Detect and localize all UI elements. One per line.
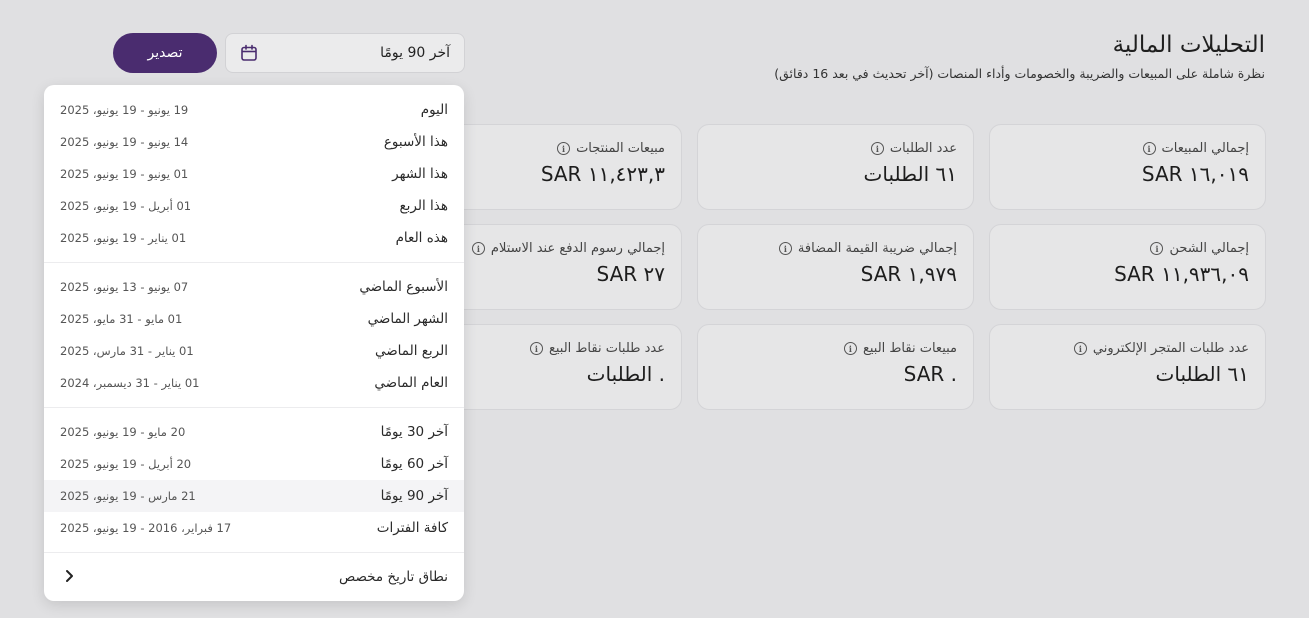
date-option-name: اليوم [420,102,448,118]
info-icon[interactable]: i [1142,142,1156,155]
date-option-name: هذا الأسبوع [383,134,448,150]
date-option[interactable]: 01 أبريل - 19 يونيو، 2025 هذا الربع [44,190,464,222]
date-option-name: العام الماضي [374,375,448,391]
date-option-name: آخر 90 يومًا [380,488,448,504]
chevron-left-icon [64,568,76,587]
date-option-range: 01 يناير - 31 مارس، 2025 [60,344,194,358]
date-option[interactable]: 20 مايو - 19 يونيو، 2025 آخر 30 يومًا [44,416,464,448]
info-icon[interactable]: i [1073,342,1087,355]
metric-card: إجمالي الشحن i ١١,٩٣٦,٠٩ SAR [989,224,1266,310]
metric-value: ٦١ الطلبات [863,162,957,186]
date-option-name: هذه العام [395,230,448,246]
date-option-range: 20 مايو - 19 يونيو، 2025 [60,425,186,439]
date-range-select[interactable]: آخر 90 يومًا [225,33,465,73]
info-icon[interactable]: i [529,342,543,355]
divider [44,262,464,263]
metric-label: إجمالي رسوم الدفع عند الاستلام [490,241,665,256]
date-option-range: 17 فبراير، 2016 - 19 يونيو، 2025 [60,521,232,535]
date-range-dropdown: 19 يونيو - 19 يونيو، 2025 اليوم 14 يونيو… [44,85,464,601]
metric-value: ١,٩٧٩ SAR [860,262,957,286]
date-option[interactable]: 19 يونيو - 19 يونيو، 2025 اليوم [44,94,464,126]
page-title: التحليلات المالية [1112,32,1265,58]
info-icon[interactable]: i [1150,242,1164,255]
date-option-range: 14 يونيو - 19 يونيو، 2025 [60,135,189,149]
date-option-range: 21 مارس - 19 يونيو، 2025 [60,489,196,503]
custom-date-range-label: نطاق تاريخ مخصص [338,569,448,585]
metric-card: إجمالي ضريبة القيمة المضافة i ١,٩٧٩ SAR [697,224,974,310]
date-option[interactable]: 17 فبراير، 2016 - 19 يونيو، 2025 كافة ال… [44,512,464,544]
date-option-range: 01 مايو - 31 مايو، 2025 [60,312,183,326]
metric-value: ١٦,٠١٩ SAR [1141,162,1249,186]
custom-date-range-option[interactable]: نطاق تاريخ مخصص [44,561,464,593]
metric-card: عدد طلبات المتجر الإلكتروني i ٦١ الطلبات [989,324,1266,410]
metric-card: إجمالي المبيعات i ١٦,٠١٩ SAR [989,124,1266,210]
metric-label: عدد الطلبات [889,141,957,156]
date-option-range: 01 يناير - 31 ديسمبر، 2024 [60,376,200,390]
date-option-range: 01 أبريل - 19 يونيو، 2025 [60,199,192,213]
info-icon[interactable]: i [471,242,485,255]
info-icon[interactable]: i [870,142,884,155]
metric-card: عدد الطلبات i ٦١ الطلبات [697,124,974,210]
date-option-name: آخر 30 يومًا [380,424,448,440]
date-option[interactable]: 07 يونيو - 13 يونيو، 2025 الأسبوع الماضي [44,271,464,303]
date-option[interactable]: 01 يناير - 31 ديسمبر، 2024 العام الماضي [44,367,464,399]
date-option[interactable]: 20 أبريل - 19 يونيو، 2025 آخر 60 يومًا [44,448,464,480]
page-subtitle: نظرة شاملة على المبيعات والضريبة والخصوم… [774,66,1265,81]
divider [44,552,464,553]
date-option-name: الشهر الماضي [367,311,448,327]
date-option-range: 01 يونيو - 19 يونيو، 2025 [60,167,189,181]
calendar-icon [240,44,258,62]
date-option-range: 07 يونيو - 13 يونيو، 2025 [60,280,189,294]
metric-label: مبيعات نقاط البيع [862,341,957,356]
metric-value: ٦١ الطلبات [1155,362,1249,386]
date-option-range: 01 يناير - 19 يونيو، 2025 [60,231,187,245]
date-option-name: آخر 60 يومًا [380,456,448,472]
date-option-name: هذا الربع [399,198,448,214]
metric-label: إجمالي الشحن [1169,241,1249,256]
metric-label: مبيعات المنتجات [576,141,665,156]
metric-label: إجمالي ضريبة القيمة المضافة [797,241,957,256]
date-option-name: الربع الماضي [374,343,448,359]
date-option[interactable]: 01 يناير - 31 مارس، 2025 الربع الماضي [44,335,464,367]
metric-value: . SAR [903,362,957,386]
date-option-range: 19 يونيو - 19 يونيو، 2025 [60,103,189,117]
date-range-value: آخر 90 يومًا [380,45,450,61]
info-icon[interactable]: i [778,242,792,255]
date-option[interactable]: 14 يونيو - 19 يونيو، 2025 هذا الأسبوع [44,126,464,158]
date-option-selected[interactable]: 21 مارس - 19 يونيو، 2025 آخر 90 يومًا [44,480,464,512]
date-option-name: الأسبوع الماضي [359,279,448,295]
info-icon[interactable]: i [557,142,571,155]
metric-label: إجمالي المبيعات [1161,141,1249,156]
date-option[interactable]: 01 مايو - 31 مايو، 2025 الشهر الماضي [44,303,464,335]
metric-value: ١١,٩٣٦,٠٩ SAR [1114,262,1249,286]
date-option[interactable]: 01 يونيو - 19 يونيو، 2025 هذا الشهر [44,158,464,190]
date-option[interactable]: 01 يناير - 19 يونيو، 2025 هذه العام [44,222,464,254]
metric-label: عدد طلبات المتجر الإلكتروني [1092,341,1249,356]
date-option-range: 20 أبريل - 19 يونيو، 2025 [60,457,192,471]
export-button[interactable]: تصدير [113,33,217,73]
metric-label: عدد طلبات نقاط البيع [548,341,665,356]
metric-card: مبيعات نقاط البيع i . SAR [697,324,974,410]
date-option-name: هذا الشهر [392,166,448,182]
date-option-name: كافة الفترات [376,520,448,536]
divider [44,407,464,408]
info-icon[interactable]: i [843,342,857,355]
